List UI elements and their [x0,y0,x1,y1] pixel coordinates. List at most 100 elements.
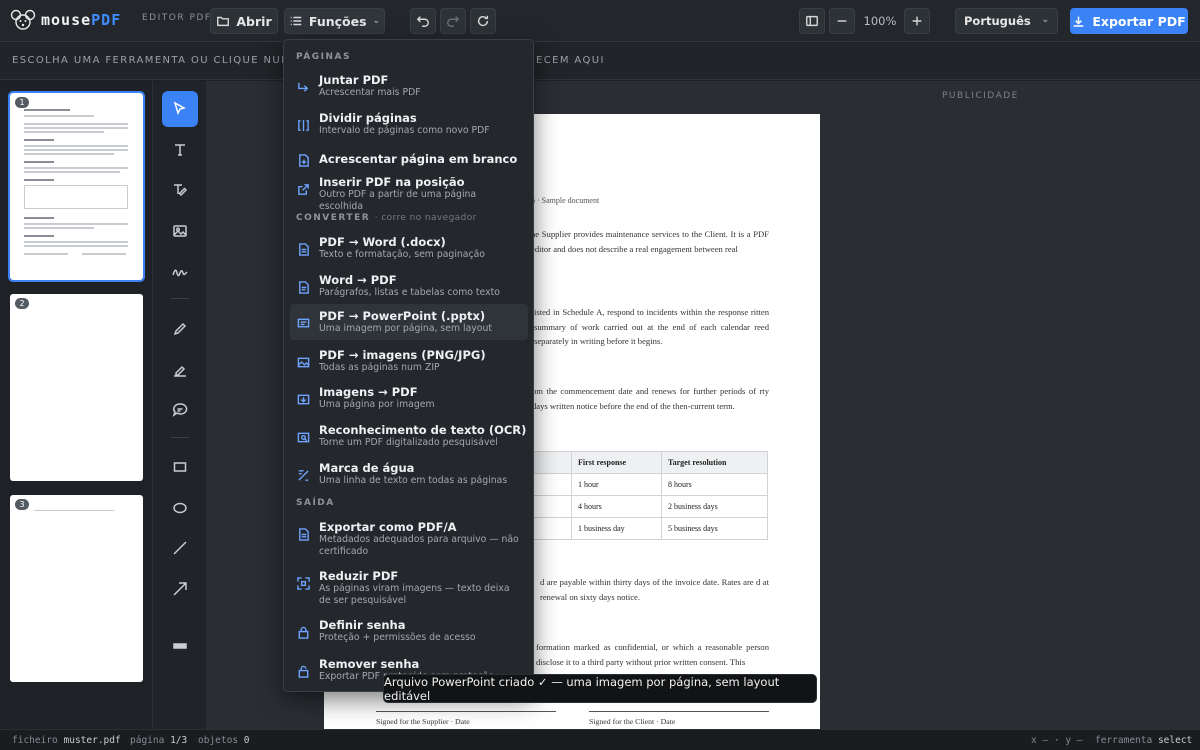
text-tool[interactable] [162,132,198,168]
edit-text-tool[interactable] [162,172,198,208]
page-number-badge: 3 [15,499,29,510]
signature-tool[interactable] [162,253,198,289]
zoom-out-button[interactable] [829,8,855,34]
menu-item-desc: Uma página por imagem [319,399,435,410]
tool-rail [153,81,207,729]
table-cell: 2 business days [661,495,768,518]
text-icon [175,144,185,156]
table-header [533,451,572,474]
export-pdf-button[interactable]: Exportar PDF [1070,8,1188,34]
pencil-tool[interactable] [162,311,198,347]
arrow-icon [173,582,187,596]
paragraph-2: isted in Schedule A, respond to incident… [534,307,769,347]
menu-item-split-pages[interactable]: Dividir páginas Intervalo de páginas com… [290,108,528,142]
table-header-row: First response Target resolution [533,451,768,474]
chevron-down-icon: ⌄ [372,16,381,26]
redo-button[interactable] [440,8,466,34]
menu-item-watermark[interactable]: Marca de água Uma linha de texto em toda… [290,458,528,492]
menu-item-desc: Torne um PDF digitalizado pesquisável [319,437,498,448]
table-cell [533,473,572,496]
select-tool[interactable] [162,91,198,127]
comment-tool[interactable] [162,392,198,428]
table-cell: 8 hours [661,473,768,496]
line-tool[interactable] [162,530,198,566]
table-cell: 1 business day [571,517,662,540]
ellipse-tool[interactable] [162,490,198,526]
toast-message: Arquivo PowerPoint criado ✓ — uma imagem… [384,674,780,703]
rectangle-tool[interactable] [162,449,198,485]
menu-item-desc: Acrescentar mais PDF [319,87,421,98]
page-thumbnail-3[interactable]: 3 [10,495,143,682]
menu-item-set-password[interactable]: Definir senha Proteção + permissões de a… [290,615,528,649]
edit-text-icon [174,184,188,197]
language-select[interactable]: Português ⌄ [955,8,1058,34]
menu-item-desc: As páginas viram imagens — texto deixa d… [319,583,510,606]
table-header: First response [571,451,662,474]
image-import-icon [297,391,311,405]
page-number-badge: 1 [15,97,29,108]
hint-text-tail: ECEM AQUI [536,55,605,66]
status-coords: x – · y – [1031,735,1083,746]
menu-item-label: Reconhecimento de texto (OCR) [319,423,527,437]
functions-menu-button[interactable]: Funções ⌄ [284,8,385,34]
toast-notification: Arquivo PowerPoint criado ✓ — uma imagem… [383,674,817,703]
toggle-panel-button[interactable] [799,8,825,34]
menu-item-desc: Outro PDF a partir de uma página escolhi… [319,189,477,212]
menu-item-desc: Uma linha de texto em todas as páginas [319,475,508,486]
menu-item-pdf-to-images[interactable]: PDF → imagens (PNG/JPG) Todas as páginas… [290,345,528,379]
status-bar: ficheiro muster.pdf página 1/3 objetos 0… [0,729,1200,750]
status-page: página 1/3 [130,735,188,746]
word-icon [297,241,311,256]
menu-item-pdf-to-word[interactable]: PDF → Word (.docx) Texto e formatação, s… [290,232,528,266]
menu-item-pdf-to-powerpoint[interactable]: PDF → PowerPoint (.pptx) Uma imagem por … [290,304,528,340]
image-tool[interactable] [162,213,198,249]
table-cell [533,517,572,540]
signature-line-client [589,711,769,712]
menu-item-ocr[interactable]: Reconhecimento de texto (OCR) Torne um P… [290,420,528,454]
insert-icon [297,181,311,195]
app-logo[interactable]: mousePDF [10,8,121,32]
menu-section-output: SAÍDA [296,498,335,508]
table-row: 1 hour 8 hours [533,473,768,496]
comment-icon [172,403,188,417]
menu-item-insert-pdf[interactable]: Inserir PDF na posição Outro PDF a parti… [290,172,528,212]
open-label: Abrir [236,13,272,29]
table-cell: 1 hour [571,473,662,496]
signature-label-supplier: Signed for the Supplier · Date [376,717,470,726]
menu-item-label: PDF → Word (.docx) [319,235,446,249]
redact-icon [173,643,187,649]
watermark-icon [297,467,311,481]
menu-item-word-to-pdf[interactable]: Word → PDF Parágrafos, listas e tabelas … [290,270,528,304]
highlighter-tool[interactable] [162,352,198,388]
redo-icon [447,16,460,27]
menu-item-desc: Proteção + permissões de acesso [319,632,476,643]
open-button[interactable]: Abrir [210,8,278,34]
export-label: Exportar PDF [1092,13,1186,29]
list-icon [290,16,302,26]
menu-section-pages: PÁGINAS [296,52,351,62]
page-thumbnail-2[interactable]: 2 [10,294,143,481]
menu-item-label: Word → PDF [319,273,397,287]
menu-item-export-pdfa[interactable]: Exportar como PDF/A Metadados adequados … [290,517,528,563]
split-icon [297,117,311,132]
line-icon [173,541,187,555]
zoom-level: 100% [863,14,897,28]
redact-tool[interactable] [162,628,198,664]
menu-item-desc: Intervalo de páginas como novo PDF [319,125,490,136]
arrow-tool[interactable] [162,571,198,607]
add-page-icon [297,152,311,167]
menu-item-images-to-pdf[interactable]: Imagens → PDF Uma página por imagem [290,382,528,416]
panel-icon [806,15,818,27]
ad-label: PUBLICIDADE [942,91,1019,101]
menu-item-reduce-pdf[interactable]: Reduzir PDF As páginas viram imagens — t… [290,566,528,612]
menu-item-add-blank-page[interactable]: Acrescentar página em branco [290,144,528,174]
menu-item-desc: Metadados adequados para arquivo — não c… [319,534,519,557]
paragraph-3: om the commencement date and renews for … [532,386,769,411]
undo-button[interactable] [410,8,436,34]
table-cell: 4 hours [571,495,662,518]
refresh-button[interactable] [470,8,496,34]
zoom-in-button[interactable] [904,8,930,34]
paragraph-1: he Supplier provides maintenance service… [531,229,769,254]
page-thumbnail-1[interactable]: 1 [8,91,145,282]
menu-item-merge-pdf[interactable]: Juntar PDF Acrescentar mais PDF [290,70,528,104]
